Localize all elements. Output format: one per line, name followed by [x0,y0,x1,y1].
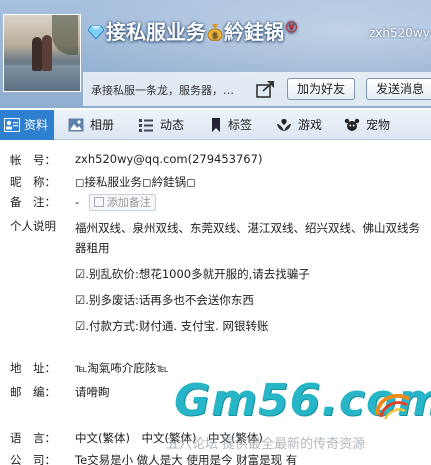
tab-label: 动态 [160,118,185,132]
pencil-icon [93,197,104,207]
avatar-figure [32,37,42,71]
signature-text: 承接私服一条龙，服务器，… [91,84,234,97]
avatar-figure [42,35,52,71]
note-value-wrap: - 添加备注 [75,194,156,211]
tab-pets[interactable]: 宠物 [340,110,402,140]
note-label: 备 注： [10,195,56,209]
address-value: ℡淘氣咘介庇陔℡ [75,361,169,375]
add-note-button[interactable]: 添加备注 [88,194,156,211]
money-bag-icon: $ [207,24,223,41]
feed-icon [139,119,153,132]
swirl-logo-icon [375,393,410,420]
tab-label: 游戏 [298,118,323,132]
account-id: zxh520wy [369,26,430,40]
send-message-button[interactable]: 发送消息 [366,78,431,100]
tab-label: 资料 [24,118,49,132]
description-line: 福州双线、泉州双线、东莞双线、湛江双线、绍兴双线、佛山双线务器租用 [75,221,420,255]
nickname-text: 接私服业务 [106,20,206,44]
nickname-label: 昵 称： [10,175,56,189]
tab-bar: 资料 相册 动态 标签 游戏 宠物 [0,110,431,140]
watermark-tagline: 五六论坛 提供最全最新的传奇资源 [166,437,366,452]
description-line: ☑.付款方式:财付通. 支付宝. 网银转账 [75,319,269,333]
diamond-icon [88,25,104,40]
tab-label: 标签 [228,118,253,132]
tab-tags[interactable]: 标签 [202,110,264,140]
nickname-tail: 紟銈锅 [224,20,284,44]
bookmark-icon [212,118,220,132]
description-line: ☑.别多废话:话再多也不会送你东西 [75,293,254,307]
nickname-title: 接私服业务 $ 紟銈锅 Ⓥ [88,16,297,45]
account-value[interactable]: zxh520wy@qq.com(279453767) [75,152,262,166]
vip-badge: Ⓥ [286,21,297,34]
tab-profile[interactable]: 资料 [0,110,54,140]
postcode-label: 邮 编： [10,385,56,399]
note-value: - [75,195,80,209]
profile-header: 接私服业务 $ 紟銈锅 Ⓥ zxh520wy 承接私服一条龙，服务器，… 加为好友… [0,0,431,108]
nickname-value: ◻接私服业务◻紟銈锅◻ [75,175,196,189]
postcode-value: 请嗗眴 [75,385,110,399]
tab-feed[interactable]: 动态 [132,110,194,140]
description-line: ☑.别乱砍价:想花1000多就开服的,请去找骗子 [75,267,310,281]
add-note-label: 添加备注 [106,196,151,209]
pet-icon [344,118,360,131]
address-label: 地 址： [10,361,56,375]
description-label: 个人说明 [10,219,56,233]
signature-bar: 承接私服一条龙，服务器，… 加为好友 发送消息 [83,72,431,106]
share-icon[interactable] [255,79,277,99]
tab-label: 宠物 [366,118,391,132]
account-label: 帐 号： [10,153,56,167]
game-icon [277,119,291,131]
tab-label: 相册 [90,118,115,132]
description-text: 福州双线、泉州双线、东莞双线、湛江双线、绍兴双线、佛山双线务器租用 ☑.别乱砍价… [75,218,420,342]
avatar[interactable] [3,14,81,92]
watermark: Gm56.com 五六论坛 提供最全最新的传奇资源 [166,373,431,465]
company-label: 公 司： [10,453,56,465]
tab-album[interactable]: 相册 [62,110,124,140]
profile-card-icon [4,118,20,132]
tab-games[interactable]: 游戏 [270,110,332,140]
add-friend-button[interactable]: 加为好友 [287,78,355,100]
language-label: 语 言： [10,431,56,445]
avatar-tree [52,15,78,55]
svg-text:$: $ [212,31,218,40]
photo-album-icon [68,118,84,132]
